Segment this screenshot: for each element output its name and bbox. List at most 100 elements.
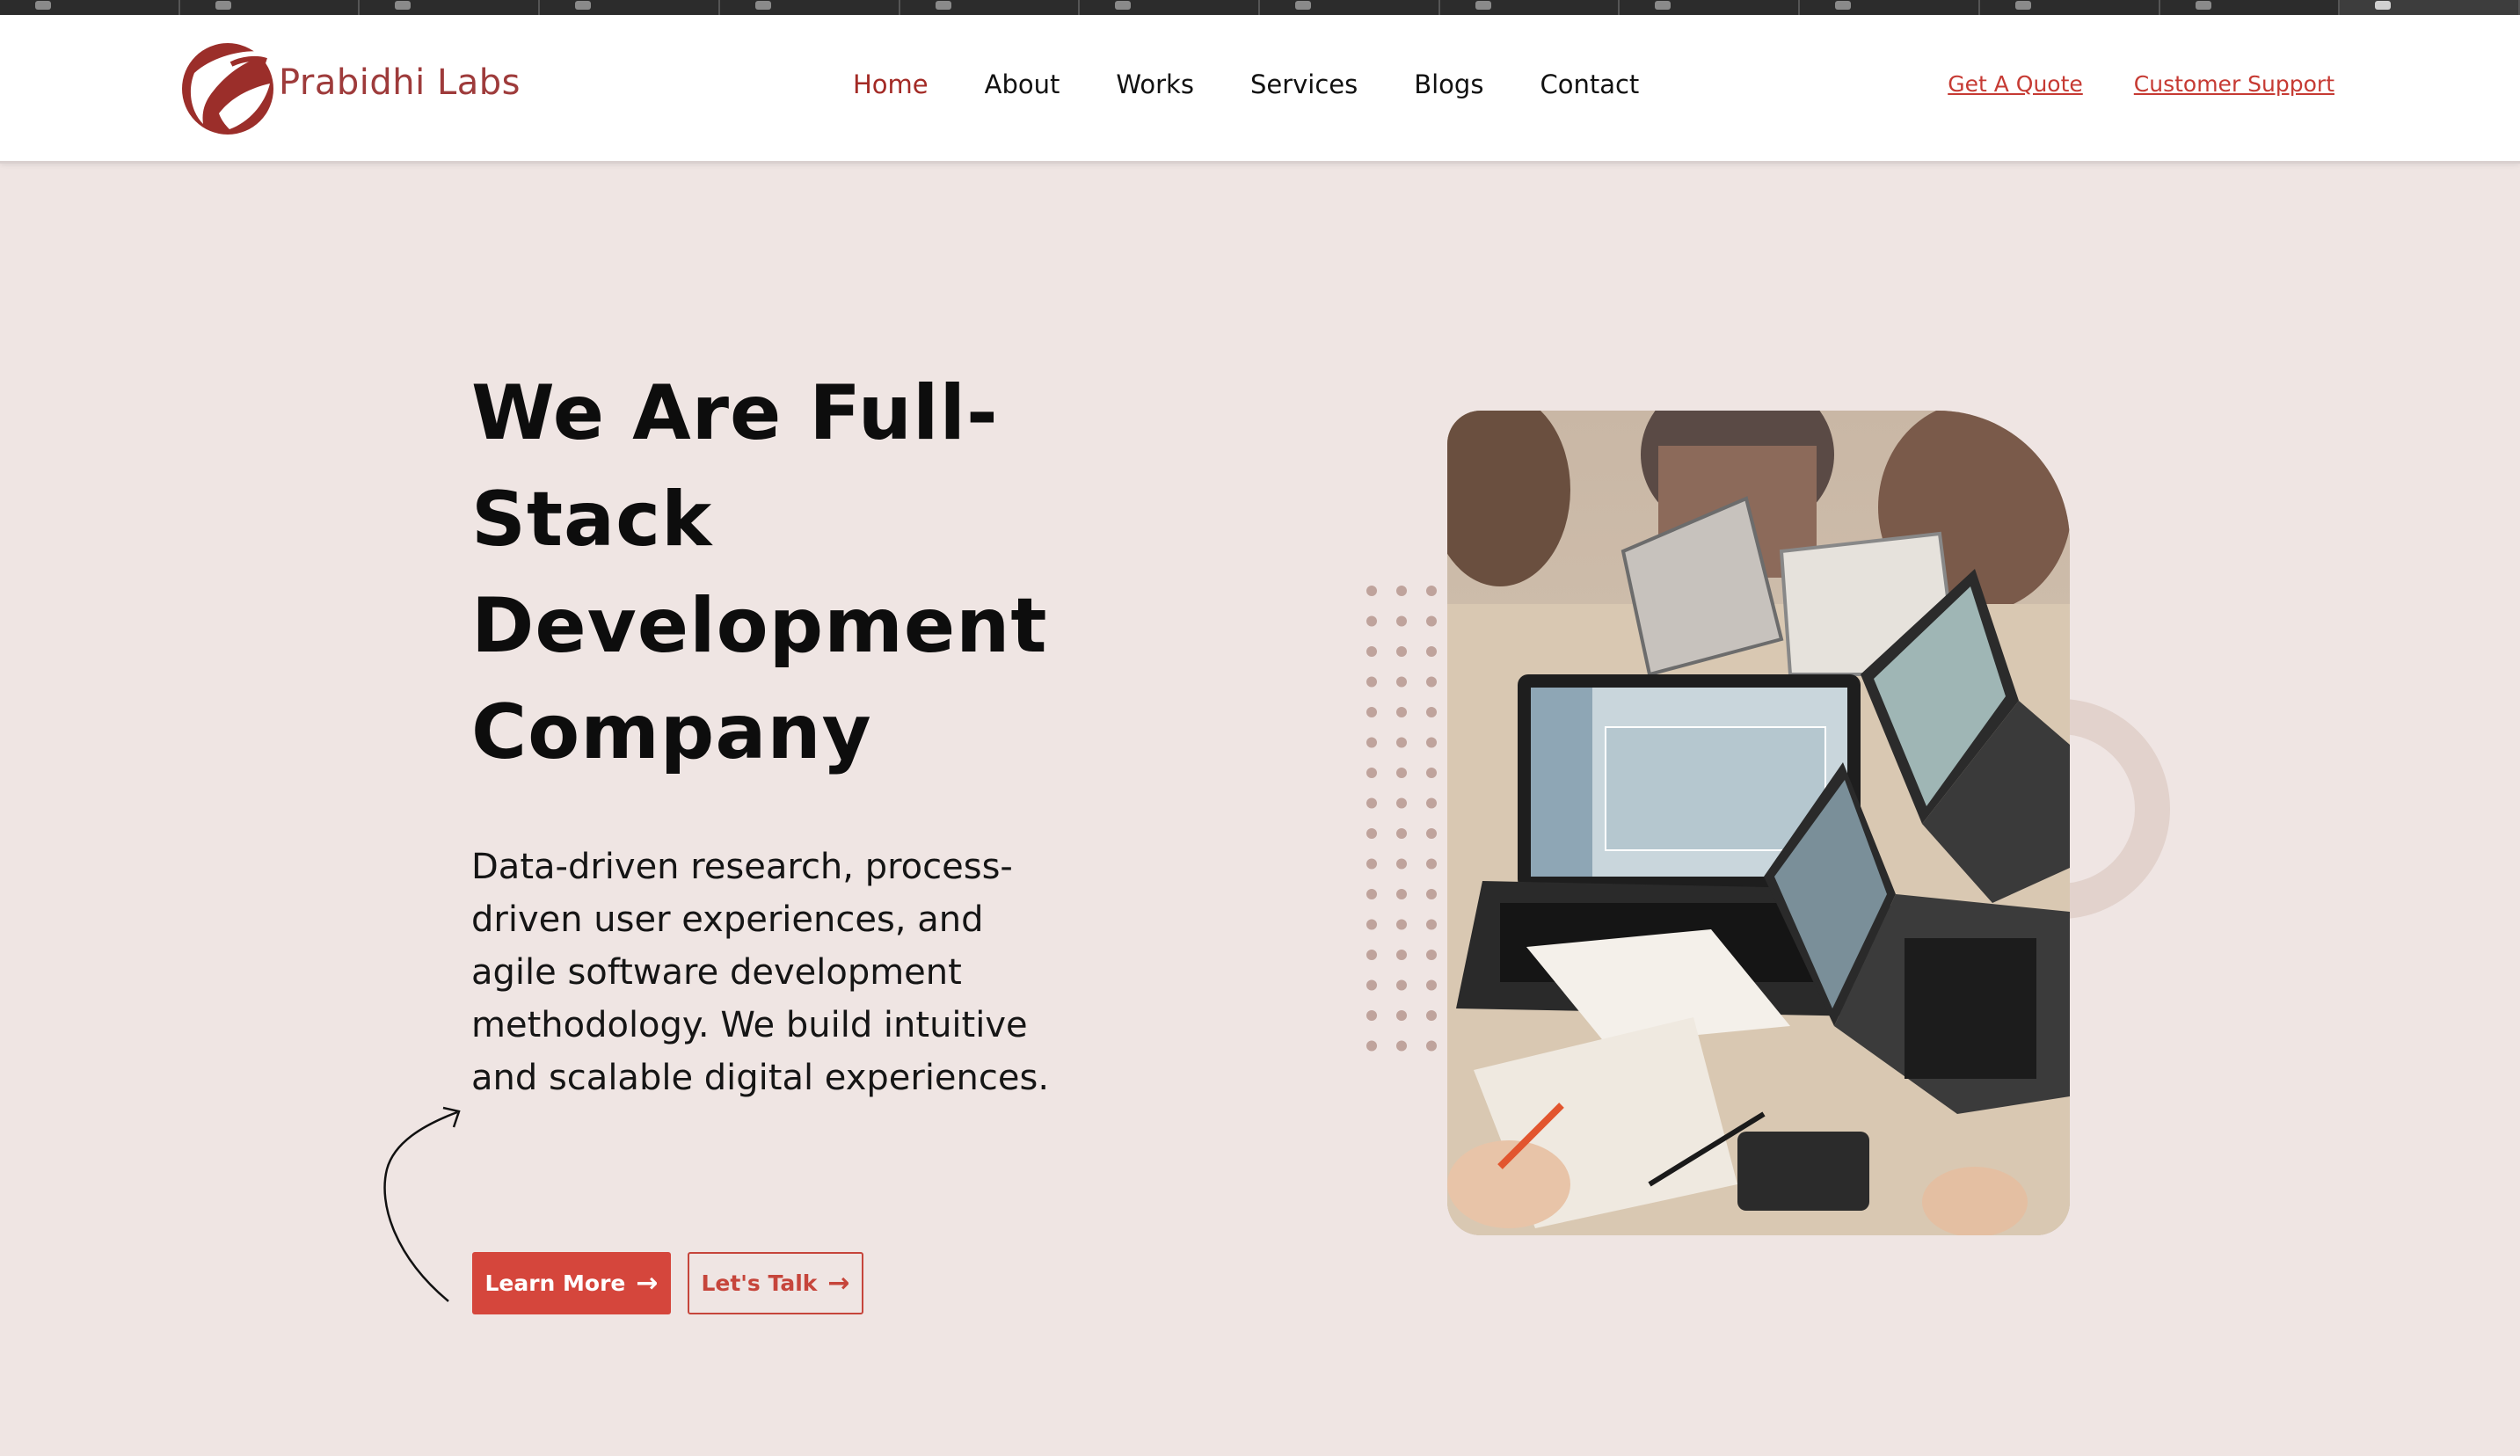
decorative-dot [1396,828,1407,839]
decorative-dot [1396,889,1407,899]
curved-arrow-icon [383,1106,461,1302]
browser-tab[interactable] [360,0,541,15]
decorative-dot [1426,646,1437,657]
decorative-dot [1396,950,1407,960]
decorative-dot [1426,676,1437,688]
team-laptops-illustration [1447,411,2070,1235]
decorative-dot [1366,979,1377,991]
decorative-dot [1426,615,1437,627]
decorative-dot [1366,707,1377,717]
browser-tab[interactable] [1080,0,1261,15]
arrow-right-icon: → [827,1267,850,1299]
browser-tab[interactable] [2160,0,2341,15]
nav-item-services[interactable]: Services [1250,69,1358,99]
decorative-dot [1426,828,1437,839]
decorative-dot [1366,586,1377,596]
hero-description: Data-driven research, process-driven use… [471,847,1050,1098]
tab-favicon-icon [1115,1,1132,10]
tab-favicon-icon [2014,1,2031,10]
decorative-dot [1396,919,1407,930]
tab-favicon-icon [935,1,951,10]
decorative-dot [1366,646,1377,657]
decorative-dot [1366,768,1377,778]
tab-favicon-icon [1295,1,1312,10]
nav-item-blogs[interactable]: Blogs [1414,69,1483,99]
decorative-dot [1366,615,1377,627]
decorative-dot [1396,676,1407,688]
decorative-dot [1366,1040,1377,1052]
tab-favicon-icon [754,1,771,10]
tab-favicon-icon [395,1,412,10]
tab-favicon-icon [215,1,231,10]
learn-more-button[interactable]: Learn More → [472,1252,671,1314]
decorative-dot [1426,797,1437,809]
browser-tab[interactable] [720,0,900,15]
decorative-dot [1426,586,1437,596]
prabidhi-logo-icon [182,43,273,135]
decorative-dot [1426,768,1437,778]
get-a-quote-link[interactable]: Get A Quote [1948,71,2083,97]
decorative-dot [1426,1040,1437,1052]
lets-talk-button[interactable]: Let's Talk → [688,1252,863,1314]
decorative-dot [1366,889,1377,899]
hero-title-line: Stack [471,476,713,564]
nav-item-contact[interactable]: Contact [1540,69,1639,99]
decorative-dot [1366,737,1377,748]
tab-favicon-icon [2195,1,2211,10]
tab-favicon-icon [1475,1,1491,10]
browser-tab[interactable] [1260,0,1440,15]
browser-tab[interactable] [1620,0,1801,15]
decorative-dot [1396,979,1407,991]
nav-item-works[interactable]: Works [1116,69,1194,99]
decorative-dot [1396,1010,1407,1021]
browser-tab[interactable] [1440,0,1621,15]
main-nav: Home About Works Services Blogs Contact [853,69,1695,99]
browser-tab[interactable] [180,0,361,15]
decorative-dot [1366,676,1377,688]
decorative-dot [1426,1010,1437,1021]
customer-support-link[interactable]: Customer Support [2134,71,2334,97]
browser-tab[interactable] [900,0,1081,15]
browser-tab[interactable] [1800,0,1980,15]
browser-tab[interactable] [540,0,720,15]
decorative-dot [1396,1040,1407,1052]
nav-item-about[interactable]: About [985,69,1060,99]
brand-logo[interactable]: Prabidhi Labs [178,38,530,139]
nav-item-home[interactable]: Home [853,69,929,99]
browser-tab-active[interactable] [2340,0,2520,15]
decorative-dot [1396,797,1407,809]
decorative-dot [1396,858,1407,870]
decorative-dot-grid [1366,586,1437,1052]
hero-title-line: We Are Full- [471,369,999,457]
brand-name: Prabidhi Labs [279,62,521,103]
decorative-dot [1366,1010,1377,1021]
lets-talk-label: Let's Talk [701,1270,818,1296]
arrow-right-icon: → [636,1267,659,1299]
tab-favicon-icon [35,1,51,10]
tab-favicon-icon [575,1,592,10]
decorative-dot [1366,919,1377,930]
decorative-dot [1396,737,1407,748]
tab-favicon-icon [1835,1,1852,10]
site-header: Prabidhi Labs Home About Works Services … [0,15,2520,164]
browser-tab[interactable] [0,0,180,15]
hero-title: We Are Full- Stack Development Company [471,360,1140,786]
decorative-dot [1426,950,1437,960]
decorative-dot [1426,737,1437,748]
decorative-dot [1366,858,1377,870]
decorative-dot [1396,646,1407,657]
decorative-dot [1366,950,1377,960]
decorative-dot [1426,858,1437,870]
header-links: Get A Quote Customer Support [1897,71,2334,97]
browser-tab[interactable] [1980,0,2160,15]
hero-title-line: Company [471,688,872,776]
decorative-dot [1396,707,1407,717]
learn-more-label: Learn More [484,1270,626,1296]
decorative-dot [1426,707,1437,717]
decorative-dot [1366,828,1377,839]
decorative-dot [1426,919,1437,930]
decorative-dot [1426,979,1437,991]
hero-photo [1447,411,2070,1235]
hero-title-line: Development [471,582,1048,670]
decorative-dot [1426,889,1437,899]
